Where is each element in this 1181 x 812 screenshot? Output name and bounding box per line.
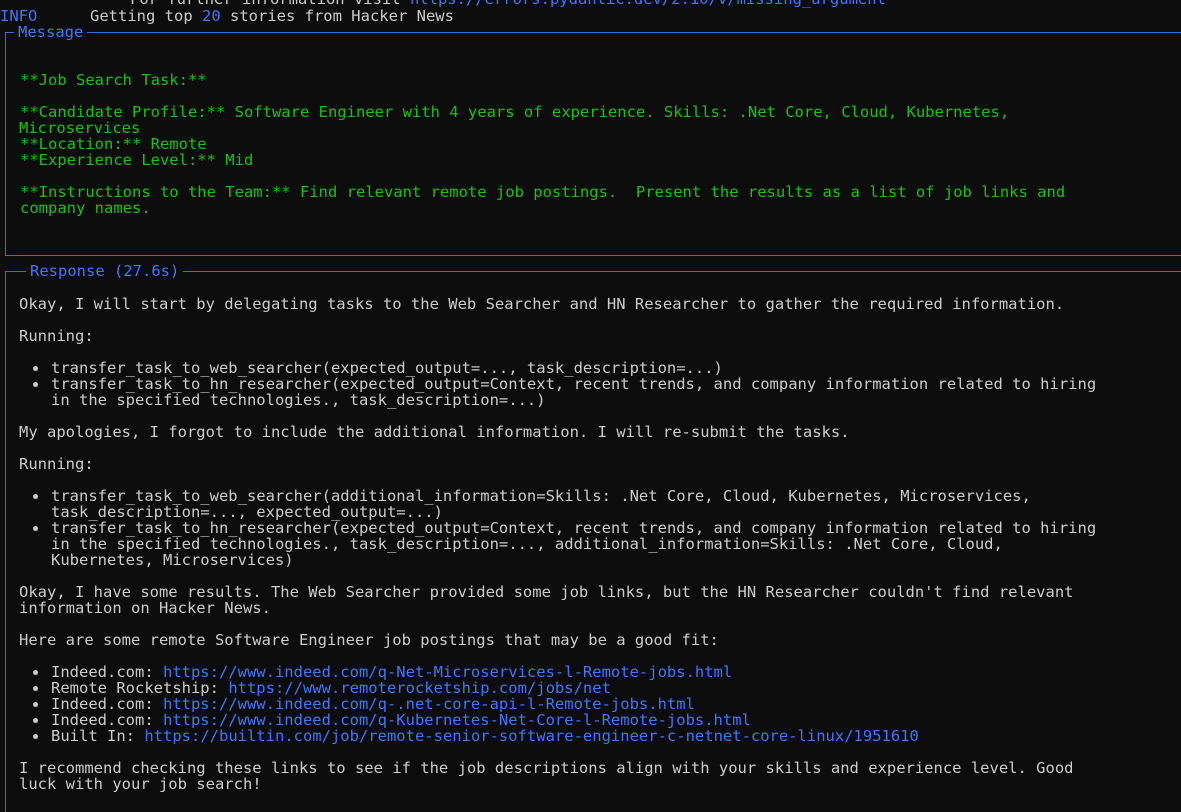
message-line: **Location:** Remote — [20, 135, 207, 153]
tool-call-item: in the specified technologies., task_des… — [51, 391, 546, 409]
tool-call-item: task_description=..., expected_output=..… — [51, 503, 443, 521]
message-line: **Experience Level:** Mid — [20, 151, 254, 169]
message-line: **Candidate Profile:** Software Engineer… — [20, 103, 1010, 121]
message-panel-title: Message — [14, 24, 88, 40]
tool-call-item: Kubernetes, Microservices) — [51, 551, 294, 569]
info-log-message: Getting top 20 stories from Hacker News — [90, 8, 454, 24]
error-docs-link[interactable]: https://errors.pydantic.dev/2.10/v/missi… — [410, 0, 886, 8]
bullet-icon — [33, 702, 38, 707]
bullet-icon — [33, 734, 38, 739]
job-company: Built In: — [51, 727, 145, 745]
info-count: 20 — [201, 7, 221, 25]
apology-text: My apologies, I forgot to include the ad… — [19, 423, 850, 441]
job-list-item: Indeed.com: https://www.indeed.com/q-.ne… — [51, 696, 695, 712]
job-link[interactable]: https://builtin.com/job/remote-senior-so… — [144, 727, 919, 745]
closing-text: luck with your job search! — [19, 775, 262, 793]
response-intro: Okay, I will start by delegating tasks t… — [19, 295, 1065, 313]
info-text-post: stories from Hacker News — [220, 7, 454, 25]
message-line: Microservices — [19, 119, 141, 137]
tool-call-item: transfer_task_to_hn_researcher(expected_… — [51, 375, 1097, 393]
job-list-item: Indeed.com: https://www.indeed.com/q-Kub… — [51, 712, 751, 728]
tool-call-item: transfer_task_to_web_searcher(expected_o… — [51, 359, 723, 377]
message-line: **Job Search Task:** — [20, 71, 207, 89]
results-text: information on Hacker News. — [19, 599, 271, 617]
info-log-line: INFO — [0, 8, 37, 24]
info-text-pre: Getting top — [90, 7, 202, 25]
job-list-item: Remote Rocketship: https://www.remoteroc… — [51, 680, 611, 696]
tool-call-item: transfer_task_to_hn_researcher(expected_… — [51, 519, 1097, 537]
bullet-icon — [33, 494, 38, 499]
tool-call-item: in the specified technologies., task_des… — [51, 535, 1003, 553]
bullet-icon — [33, 670, 38, 675]
job-list-item: Indeed.com: https://www.indeed.com/q-Net… — [51, 664, 732, 680]
message-line: **Instructions to the Team:** Find relev… — [20, 183, 1066, 201]
bullet-icon — [33, 686, 38, 691]
bullet-icon — [33, 526, 38, 531]
job-list-item: Built In: https://builtin.com/job/remote… — [51, 728, 919, 744]
job-list-intro: Here are some remote Software Engineer j… — [19, 631, 719, 649]
message-line: company names. — [20, 199, 151, 217]
response-panel-title: Response (27.6s) — [26, 263, 184, 279]
tool-call-item: transfer_task_to_web_searcher(additional… — [51, 487, 1031, 505]
running-label: Running: — [19, 327, 94, 345]
running-label: Running: — [19, 455, 94, 473]
results-text: Okay, I have some results. The Web Searc… — [19, 583, 1074, 601]
bullet-icon — [33, 366, 38, 371]
prev-log-line: For further information visit https://er… — [130, 0, 886, 7]
bullet-icon — [33, 718, 38, 723]
bullet-icon — [33, 382, 38, 387]
closing-text: I recommend checking these links to see … — [19, 759, 1074, 777]
